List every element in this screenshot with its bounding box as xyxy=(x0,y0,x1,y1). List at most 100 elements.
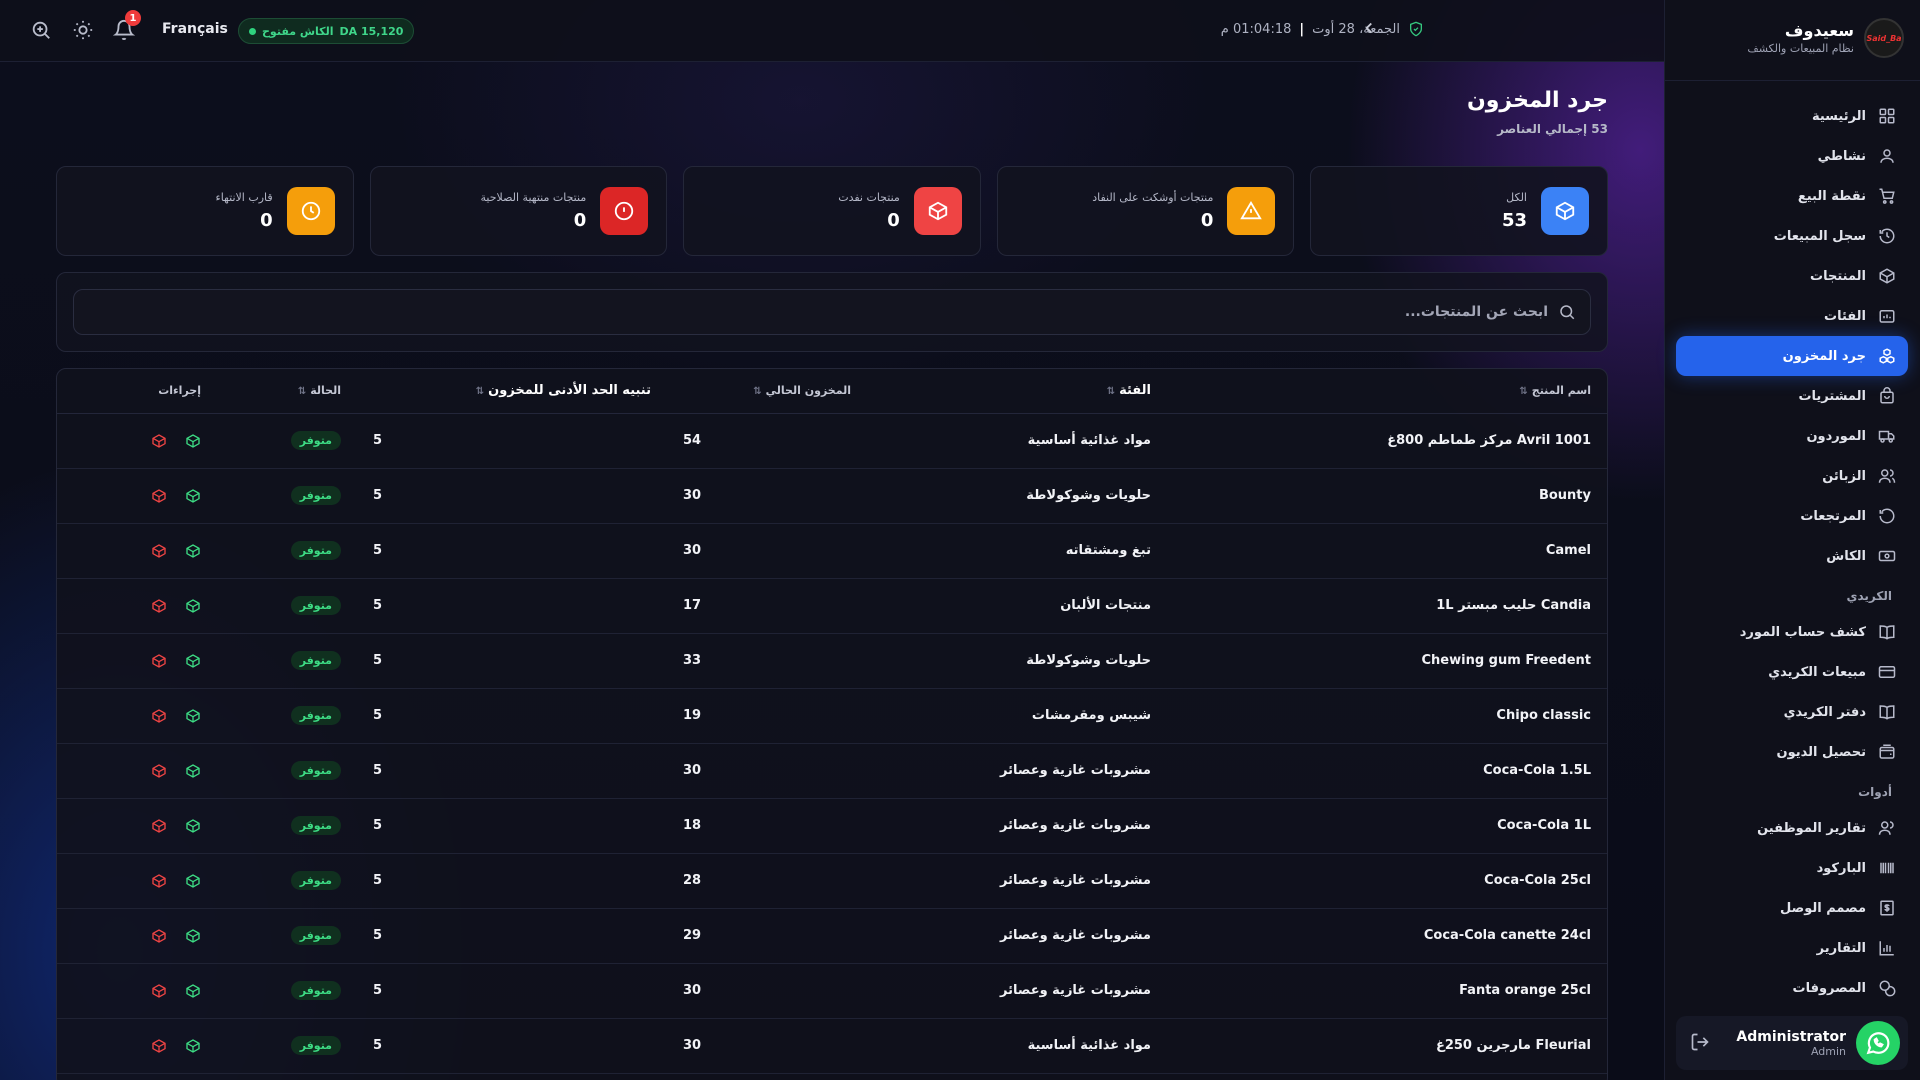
stat-value: 0 xyxy=(260,210,273,231)
column-header-category[interactable]: الفئة ⇅ xyxy=(867,369,1167,414)
sidebar-item-categories[interactable]: الفئات xyxy=(1676,296,1908,336)
theme-toggle-icon[interactable] xyxy=(72,19,96,43)
sidebar-item-employee-reports[interactable]: تقارير الموظفين xyxy=(1676,808,1908,848)
column-header-name[interactable]: اسم المنتج ⇅ xyxy=(1167,369,1607,414)
user-card[interactable]: Administrator Admin xyxy=(1676,1016,1908,1070)
table-row[interactable]: Coca-Cola 1L مشروبات غازية وعصائر 18 5 م… xyxy=(57,798,1607,854)
cell-status: متوفر xyxy=(217,688,357,744)
remove-stock-icon[interactable] xyxy=(151,653,167,669)
inventory-table: اسم المنتج ⇅ الفئة ⇅ المخزون الحالي ⇅ تنبيه… xyxy=(57,369,1607,1074)
logout-icon[interactable] xyxy=(1690,1032,1710,1056)
top-bar: 1 Français الكاش مفتوح DA 15,120 الجمعة،… xyxy=(0,0,1664,62)
sidebar-item-receipt-designer[interactable]: مصمم الوصل xyxy=(1676,888,1908,928)
sidebar-item-pos[interactable]: نقطة البيع xyxy=(1676,176,1908,216)
remove-stock-icon[interactable] xyxy=(151,928,167,944)
table-row[interactable]: Coca-Cola canette 24cl مشروبات غازية وعص… xyxy=(57,908,1607,964)
table-row[interactable]: Fanta orange 25cl مشروبات غازية وعصائر 3… xyxy=(57,963,1607,1019)
adjust-stock-icon[interactable] xyxy=(185,763,201,779)
adjust-stock-icon[interactable] xyxy=(185,488,201,504)
remove-stock-icon[interactable] xyxy=(151,598,167,614)
adjust-stock-icon[interactable] xyxy=(185,543,201,559)
remove-stock-icon[interactable] xyxy=(151,818,167,834)
sidebar-item-cash[interactable]: الكاش xyxy=(1676,536,1908,576)
remove-stock-icon[interactable] xyxy=(151,763,167,779)
remove-stock-icon[interactable] xyxy=(151,873,167,889)
adjust-stock-icon[interactable] xyxy=(185,928,201,944)
status-badge: متوفر xyxy=(290,1036,341,1055)
adjust-stock-icon[interactable] xyxy=(185,708,201,724)
sidebar-item-credit-sales[interactable]: مبيعات الكريدي xyxy=(1676,652,1908,692)
sidebar-item-suppliers[interactable]: الموردون xyxy=(1676,416,1908,456)
whatsapp-icon[interactable] xyxy=(1856,1021,1900,1065)
table-row[interactable]: Chipo classic شيبس ومقرمشات 19 5 متوفر xyxy=(57,688,1607,744)
search-input[interactable] xyxy=(74,304,1548,320)
cell-min-alert: 5 xyxy=(357,908,667,964)
remove-stock-icon[interactable] xyxy=(151,983,167,999)
adjust-stock-icon[interactable] xyxy=(185,598,201,614)
table-row[interactable]: Avril 1001 مركز طماطم 800غ مواد غذائية أ… xyxy=(57,413,1607,469)
remove-stock-icon[interactable] xyxy=(151,543,167,559)
brand[interactable]: Said_Ba سعيدوف نظام المبيعات والكشف xyxy=(1747,18,1904,58)
table-row[interactable]: Coca-Cola 25cl مشروبات غازية وعصائر 28 5… xyxy=(57,853,1607,909)
sidebar-item-expenses[interactable]: المصروفات xyxy=(1676,968,1908,1008)
column-header-stock[interactable]: المخزون الحالي ⇅ xyxy=(667,369,867,414)
cell-min-alert: 5 xyxy=(357,578,667,634)
language-switch-button[interactable]: Français xyxy=(162,21,228,37)
adjust-stock-icon[interactable] xyxy=(185,653,201,669)
sidebar-item-home[interactable]: الرئيسية xyxy=(1676,96,1908,136)
sidebar-item-reports[interactable]: التقارير xyxy=(1676,928,1908,968)
sort-icon[interactable]: ⇅ xyxy=(1519,386,1527,397)
sidebar-item-barcode[interactable]: الباركود xyxy=(1676,848,1908,888)
remove-stock-icon[interactable] xyxy=(151,488,167,504)
remove-stock-icon[interactable] xyxy=(151,1038,167,1054)
search-box[interactable] xyxy=(73,289,1591,335)
column-header-min-alert[interactable]: تنبيه الحد الأدنى للمخزون ⇅ xyxy=(357,369,667,414)
boxes-icon xyxy=(1879,348,1895,364)
stat-card-all[interactable]: الكل 53 xyxy=(1310,166,1608,256)
status-badge: متوفر xyxy=(290,651,341,670)
sidebar-item-purchases[interactable]: المشتريات xyxy=(1676,376,1908,416)
stat-card-near-expiry[interactable]: قارب الانتهاء 0 xyxy=(56,166,354,256)
sidebar-item-credit-book[interactable]: دفتر الكريدي xyxy=(1676,692,1908,732)
adjust-stock-icon[interactable] xyxy=(185,983,201,999)
notification-bell-icon[interactable]: 1 xyxy=(112,10,141,43)
sidebar-item-returns[interactable]: المرتجعات xyxy=(1676,496,1908,536)
adjust-stock-icon[interactable] xyxy=(185,873,201,889)
table-row[interactable]: Coca-Cola 1.5L مشروبات غازية وعصائر 30 5… xyxy=(57,743,1607,799)
date-time-separator: | xyxy=(1299,21,1305,37)
collapse-sidebar-icon[interactable] xyxy=(1360,19,1378,41)
adjust-stock-icon[interactable] xyxy=(185,433,201,449)
sidebar-item-products[interactable]: المنتجات xyxy=(1676,256,1908,296)
adjust-stock-icon[interactable] xyxy=(185,818,201,834)
remove-stock-icon[interactable] xyxy=(151,433,167,449)
sort-icon[interactable]: ⇅ xyxy=(476,386,484,397)
stat-card-out-of-stock[interactable]: منتجات نفدت 0 xyxy=(683,166,981,256)
cash-status-pill[interactable]: الكاش مفتوح DA 15,120 xyxy=(238,18,415,44)
sidebar-item-supplier-statement[interactable]: كشف حساب المورد xyxy=(1676,612,1908,652)
sidebar-item-my-activity[interactable]: نشاطي xyxy=(1676,136,1908,176)
sort-icon[interactable]: ⇅ xyxy=(298,386,306,397)
table-row[interactable]: Camel تبغ ومشتقاته 30 5 متوفر xyxy=(57,523,1607,579)
column-header-status[interactable]: الحالة ⇅ xyxy=(217,369,357,414)
cell-min-alert: 5 xyxy=(357,468,667,524)
adjust-stock-icon[interactable] xyxy=(185,1038,201,1054)
sort-icon[interactable]: ⇅ xyxy=(1107,386,1115,397)
sidebar-item-sales-history[interactable]: سجل المبيعات xyxy=(1676,216,1908,256)
cell-product-name: Coca-Cola canette 24cl xyxy=(1167,908,1607,964)
sidebar-item-debt-collection[interactable]: تحصيل الديون xyxy=(1676,732,1908,772)
brand-title: سعيدوف xyxy=(1784,21,1854,40)
stat-card-low-stock[interactable]: منتجات أوشكت على النفاد 0 xyxy=(996,166,1295,256)
cell-min-alert: 5 xyxy=(357,413,667,469)
stat-card-expired[interactable]: منتجات منتهية الصلاحية 0 xyxy=(369,166,668,256)
remove-stock-icon[interactable] xyxy=(151,708,167,724)
sidebar-item-customers[interactable]: الزبائن xyxy=(1676,456,1908,496)
stat-value: 0 xyxy=(887,210,900,231)
table-row[interactable]: Bounty حلويات وشوكولاطة 30 5 متوفر xyxy=(57,468,1607,524)
sort-icon[interactable]: ⇅ xyxy=(753,386,761,397)
table-row[interactable]: Candia حليب مبستر 1L منتجات الألبان 17 5… xyxy=(57,578,1607,634)
table-row[interactable]: Fleurial مارجرين 250غ مواد غذائية أساسية… xyxy=(57,1018,1607,1074)
stat-label: الكل xyxy=(1506,191,1527,204)
sidebar-item-inventory[interactable]: جرد المخزون xyxy=(1676,336,1908,376)
table-row[interactable]: Chewing gum Freedent حلويات وشوكولاطة 33… xyxy=(57,633,1607,689)
zoom-icon[interactable] xyxy=(30,19,54,43)
